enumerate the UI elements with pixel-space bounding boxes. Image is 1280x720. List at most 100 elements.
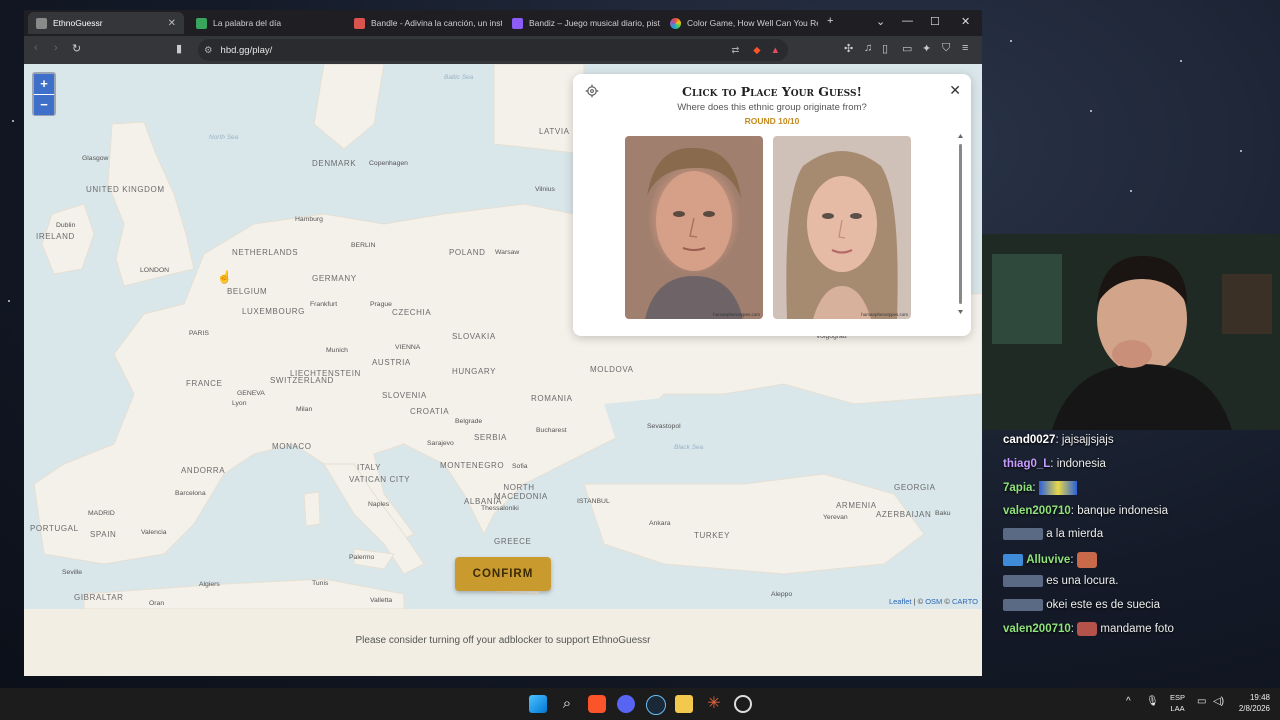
clock-time: 19:48: [1249, 693, 1270, 702]
menu-icon[interactable]: ≡: [962, 42, 968, 54]
tab-la-palabra[interactable]: La palabra del día: [188, 12, 344, 34]
city-label: Bucharest: [536, 427, 567, 434]
face-illustration: [645, 147, 743, 319]
maximize-icon[interactable]: ☐: [930, 15, 940, 28]
sea-label: Black Sea: [674, 444, 704, 451]
obs-icon[interactable]: [734, 695, 752, 713]
city-label: Palermo: [349, 554, 375, 561]
site-info-icon[interactable]: ⚙: [204, 45, 213, 56]
country-label: AZERBAIJAN: [876, 510, 932, 519]
country-label: HUNGARY: [452, 367, 497, 376]
volume-icon[interactable]: ◁): [1213, 696, 1224, 707]
steam-icon[interactable]: [646, 695, 666, 715]
country-label: LUXEMBOURG: [242, 307, 305, 316]
file-explorer-icon[interactable]: [675, 695, 693, 713]
chat-username: 7apia: [1003, 482, 1033, 495]
country-label: BELGIUM: [227, 287, 268, 296]
country-label: SLOVAKIA: [452, 332, 496, 341]
male-composite-face[interactable]: humanphenotypes.com: [625, 136, 763, 319]
confirm-button[interactable]: CONFIRM: [455, 557, 551, 591]
city-label: Frankfurt: [310, 301, 338, 308]
chat-text: okei este es de suecia: [1046, 598, 1160, 611]
address-bar[interactable]: ⚙ hbd.gg/play/ ⇄ ◆ ▲: [198, 39, 788, 61]
city-label: Baku: [935, 510, 951, 517]
star: [1130, 190, 1132, 192]
language-code: ESP: [1170, 693, 1186, 702]
tab-color-game[interactable]: Color Game, How Well Can You Re: [662, 12, 818, 34]
map-attribution: Leaflet | © OSM © CARTO: [888, 597, 978, 606]
new-tab-button[interactable]: +: [827, 15, 833, 27]
tab-favicon-icon: [196, 17, 207, 29]
close-tab-icon[interactable]: ✕: [168, 18, 176, 29]
chat-username: valen200710: [1003, 504, 1071, 517]
city-label: Sarajevo: [427, 440, 454, 447]
bookmark-icon[interactable]: ▮: [176, 42, 182, 55]
world-map[interactable]: Baltic Sea North Sea Black Sea UNITED KI…: [24, 64, 982, 609]
country-label: NORTH MACEDONIA: [494, 483, 548, 501]
system-clock[interactable]: 19:48 2/8/2026: [1239, 692, 1270, 714]
country-label: GEORGIA: [894, 483, 936, 492]
city-label: Dublin: [56, 222, 76, 229]
start-menu-icon[interactable]: [529, 695, 547, 713]
city-label: Munich: [326, 347, 348, 354]
leo-ai-icon[interactable]: ✦: [922, 42, 931, 55]
tab-favicon-icon: [512, 17, 523, 29]
star: [1180, 60, 1182, 62]
female-composite-face[interactable]: humanphenotypes.com: [773, 136, 911, 319]
media-icon[interactable]: ♫: [864, 42, 872, 54]
minimize-icon[interactable]: —: [902, 15, 913, 27]
close-window-icon[interactable]: ✕: [961, 15, 970, 28]
zoom-out-button[interactable]: −: [34, 94, 54, 115]
tab-list-chevron-icon[interactable]: ⌄: [876, 15, 885, 28]
city-label: Glasgow: [82, 155, 109, 162]
search-icon[interactable]: ⌕: [558, 695, 576, 713]
discord-icon[interactable]: [617, 695, 635, 713]
tab-bandiz[interactable]: Bandiz – Juego musical diario, pista: [504, 12, 660, 34]
app-icon[interactable]: ✳: [705, 695, 723, 713]
tab-title: Bandle - Adivina la canción, un instr: [371, 18, 502, 28]
wallet-icon[interactable]: ▭: [902, 42, 912, 55]
city-label: MADRID: [88, 510, 115, 517]
leaflet-link[interactable]: Leaflet: [889, 597, 912, 606]
reload-icon[interactable]: ↻: [72, 42, 81, 55]
tab-bandle[interactable]: Bandle - Adivina la canción, un instr: [346, 12, 502, 34]
country-label: GREECE: [494, 537, 532, 546]
badge-icon: [1003, 598, 1043, 611]
country-label: MOLDOVA: [590, 365, 634, 374]
chat-message: Alluvive:: [1003, 551, 1273, 576]
chat-message: 7apia:: [1003, 481, 1273, 505]
network-icon[interactable]: ▭: [1197, 696, 1206, 707]
microphone-icon[interactable]: 🎙: [1146, 696, 1159, 707]
brave-browser-icon[interactable]: [588, 695, 606, 713]
sidebar-icon[interactable]: ▯: [882, 42, 888, 55]
url-text: hbd.gg/play/: [220, 44, 273, 56]
country-label: SWITZERLAND: [270, 376, 334, 385]
language-indicator[interactable]: ESP LAA: [1170, 692, 1185, 714]
panel-scrollbar[interactable]: [958, 134, 963, 314]
close-panel-icon[interactable]: ✕: [949, 82, 961, 99]
city-label: Milan: [296, 406, 313, 413]
translate-icon[interactable]: ⇄: [731, 45, 739, 56]
page-content: Baltic Sea North Sea Black Sea UNITED KI…: [24, 64, 982, 676]
chat-username: cand0027: [1003, 434, 1056, 446]
osm-link[interactable]: OSM: [925, 597, 942, 606]
city-label: BERLIN: [351, 242, 376, 249]
back-icon[interactable]: ‹: [34, 42, 38, 54]
extensions-icon[interactable]: ✣: [844, 42, 853, 55]
rewards-icon[interactable]: ▲: [771, 45, 780, 56]
chat-text: es una locura.: [1046, 575, 1119, 588]
city-label: Valletta: [370, 597, 393, 604]
tab-ethnoguessr[interactable]: EthnoGuessr ✕: [28, 12, 184, 34]
vpn-icon[interactable]: ⛉: [942, 42, 950, 55]
panel-title: Click to Place Your Guess!: [682, 84, 862, 99]
zoom-in-button[interactable]: +: [34, 74, 54, 94]
tab-title: Bandiz – Juego musical diario, pista: [529, 18, 660, 28]
chat-message: cand0027: jajsajjsjajs: [1003, 434, 1114, 446]
forward-icon[interactable]: ›: [54, 42, 58, 54]
panel-subtitle: Where does this ethnic group originate f…: [677, 102, 867, 113]
brave-shield-icon[interactable]: ◆: [753, 45, 760, 56]
city-label: Ankara: [649, 520, 671, 527]
star: [8, 300, 10, 302]
tray-chevron-icon[interactable]: ^: [1126, 696, 1131, 707]
carto-link[interactable]: CARTO: [952, 597, 978, 606]
